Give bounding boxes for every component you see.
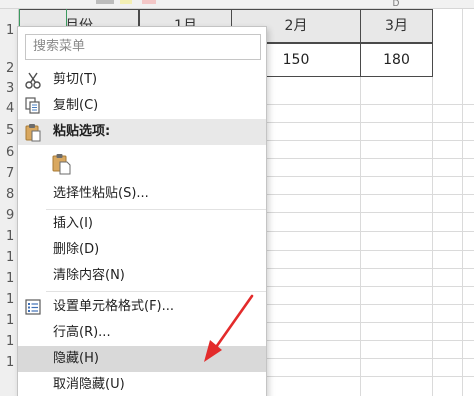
grid-line [267, 358, 474, 359]
menu-item-label: 隐藏(H) [53, 351, 99, 366]
menu-item-unhide[interactable]: 取消隐藏(U) [18, 372, 266, 396]
menu-item-paste-special[interactable]: 选择性粘贴(S)... [18, 181, 266, 207]
grid-line [267, 268, 474, 269]
paste-icon [50, 152, 74, 176]
menu-item-label: 删除(D) [53, 242, 100, 257]
menu-item-hide[interactable]: 隐藏(H) [18, 346, 266, 372]
grid-line [267, 376, 474, 377]
grid-line [267, 231, 474, 232]
menu-item-row-height[interactable]: 行高(R)... [18, 320, 266, 346]
clipboard-icon [23, 122, 43, 142]
grid-line [267, 140, 474, 141]
menu-item-label: 粘贴选项: [53, 124, 111, 139]
grid-line [267, 340, 474, 341]
menu-item-cut[interactable]: 剪切(T) [18, 67, 266, 93]
menu-search-box[interactable] [25, 34, 261, 60]
toolbar-swatch [142, 0, 156, 4]
format-cells-icon [23, 297, 43, 317]
header-cell-mar[interactable]: 3月 [360, 9, 433, 43]
menu-item-label: 插入(I) [53, 216, 93, 231]
copy-icon [23, 96, 43, 116]
toolbar-swatch [120, 0, 132, 4]
context-menu: 剪切(T) 复制(C) 粘贴选项: [17, 26, 267, 396]
menu-item-copy[interactable]: 复制(C) [18, 93, 266, 119]
grid-line [267, 250, 474, 251]
menu-item-label: 复制(C) [53, 98, 99, 113]
grid-line [267, 176, 474, 177]
grid-line [267, 104, 474, 105]
toolbar-swatch [96, 0, 114, 4]
menu-item-insert[interactable]: 插入(I) [18, 211, 266, 237]
menu-item-label: 设置单元格格式(F)... [53, 299, 175, 314]
grid-line [267, 286, 474, 287]
menu-separator [46, 291, 266, 292]
paste-option-default[interactable] [18, 146, 266, 182]
grid-line [267, 322, 474, 323]
column-header-d[interactable]: D [360, 0, 432, 9]
menu-item-label: 选择性粘贴(S)... [53, 186, 149, 201]
scissors-icon [23, 70, 43, 90]
menu-section-paste-options: 粘贴选项: [18, 119, 266, 145]
menu-item-label: 清除内容(N) [53, 268, 125, 283]
grid-line [267, 212, 474, 213]
menu-separator [46, 209, 266, 210]
menu-item-clear-contents[interactable]: 清除内容(N) [18, 263, 266, 289]
menu-item-label: 取消隐藏(U) [53, 377, 125, 392]
data-cell-mar[interactable]: 180 [360, 43, 433, 77]
grid-line [267, 158, 474, 159]
menu-item-delete[interactable]: 删除(D) [18, 237, 266, 263]
grid-line [462, 9, 463, 396]
grid-line [267, 194, 474, 195]
menu-item-label: 剪切(T) [53, 72, 98, 87]
search-input[interactable] [33, 35, 260, 58]
menu-item-label: 行高(R)... [53, 325, 111, 340]
grid-line [267, 304, 474, 305]
menu-item-format-cells[interactable]: 设置单元格格式(F)... [18, 294, 266, 320]
grid-line [267, 122, 474, 123]
